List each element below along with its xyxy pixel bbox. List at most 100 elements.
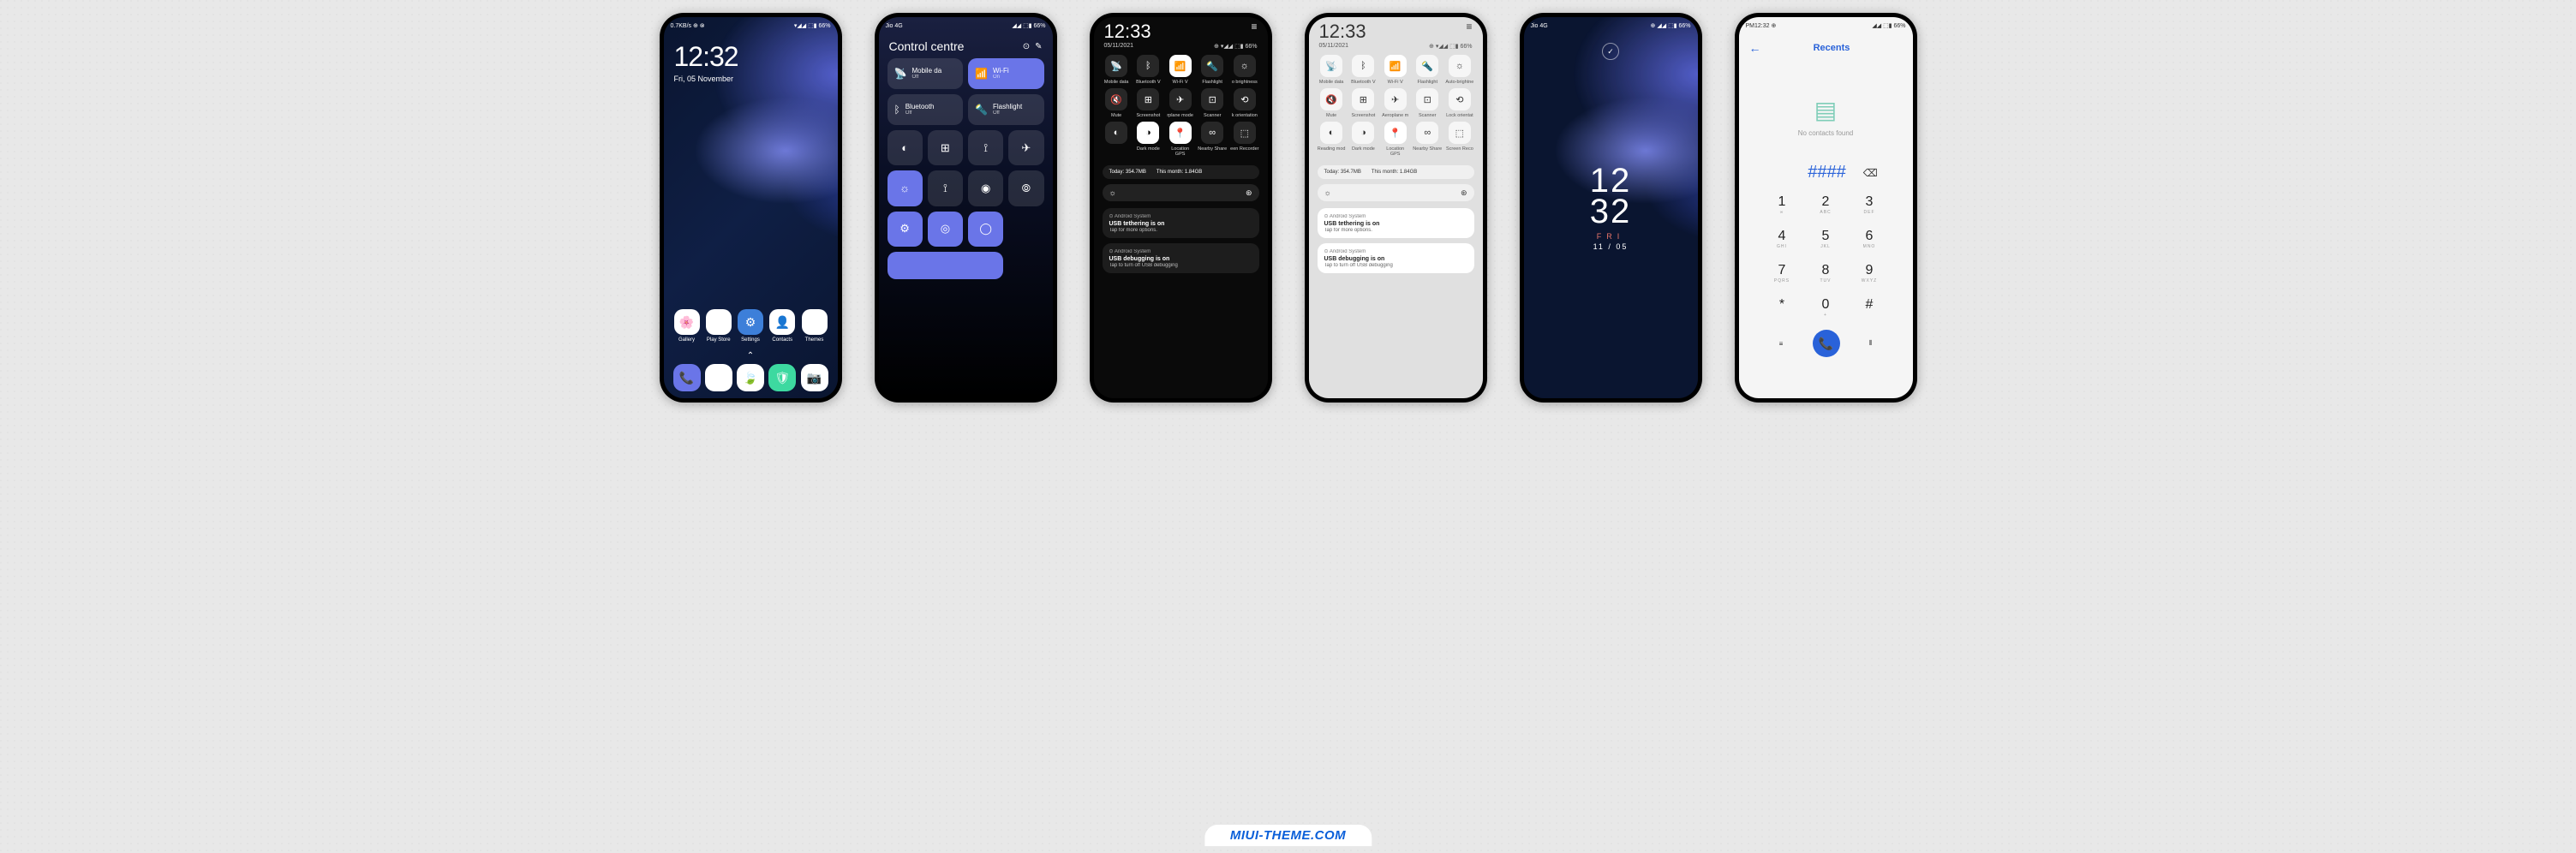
- status-left: PM12:32 ⊕: [1746, 22, 1777, 29]
- qs-toggle[interactable]: ∞Nearby Share: [1198, 122, 1227, 157]
- key-7[interactable]: 7PQRS: [1760, 259, 1804, 287]
- qs-toggle[interactable]: 📶Wi-Fi ᐯ: [1166, 55, 1194, 85]
- qs-toggle[interactable]: ☼o brightness: [1230, 55, 1258, 85]
- dock-app[interactable]: 🛡: [768, 364, 797, 391]
- menu-icon[interactable]: ≡: [1214, 21, 1257, 33]
- toggle-sq[interactable]: ◯: [968, 212, 1003, 247]
- qs-toggle[interactable]: ⊞Screenshot: [1134, 88, 1162, 118]
- qs-toggle[interactable]: ⬚een Recorder: [1230, 122, 1258, 157]
- app-themes[interactable]: ✎Themes: [800, 309, 829, 343]
- auto-brightness-icon[interactable]: ⊛: [1461, 188, 1467, 198]
- brightness-slider[interactable]: ☼⊛: [1318, 184, 1474, 201]
- qs-toggle[interactable]: ◑Dark mode: [1134, 122, 1162, 157]
- key-8[interactable]: 8TUV: [1804, 259, 1848, 287]
- phone-qs-light: 12:3305/11/2021≡⊕ ▾◢◢ ⬚▮ 66% 📡Mobile dat…: [1305, 13, 1487, 403]
- tile-flashlight[interactable]: 🔦FlashlightOff: [968, 94, 1044, 125]
- auto-brightness-icon[interactable]: ⊛: [1246, 188, 1252, 198]
- qs-toggle[interactable]: 🔇Mute: [1103, 88, 1131, 118]
- key-5[interactable]: 5JKL: [1804, 225, 1848, 253]
- key-#[interactable]: #: [1848, 294, 1892, 321]
- grid-icon[interactable]: ⦀: [1869, 339, 1873, 348]
- toggle-sq[interactable]: ◎: [928, 212, 963, 247]
- toggle-sq[interactable]: ⊞: [928, 130, 963, 165]
- key-3[interactable]: 3DEF: [1848, 191, 1892, 218]
- notification[interactable]: ⊙ Android SystemUSB tethering is onTap f…: [1103, 208, 1259, 238]
- settings-icon[interactable]: ⊙: [1023, 42, 1030, 51]
- qs-toggle[interactable]: ◑Dark mode: [1349, 122, 1378, 157]
- toggle-sq[interactable]: ✈: [1008, 130, 1043, 165]
- toggle-sq[interactable]: ☼: [888, 170, 923, 206]
- app-settings[interactable]: ⚙Settings: [736, 309, 765, 343]
- qs-toggle[interactable]: ◐: [1103, 122, 1131, 157]
- qs-toggle[interactable]: ◐Reading mod: [1318, 122, 1346, 157]
- qs-toggle[interactable]: 📡Mobile data: [1103, 55, 1131, 85]
- notification[interactable]: ⊙ Android SystemUSB debugging is onTap t…: [1103, 243, 1259, 273]
- app-gallery[interactable]: 🌸Gallery: [672, 309, 702, 343]
- qs-toggle[interactable]: ☼Auto-brightne: [1445, 55, 1473, 85]
- dock-app[interactable]: 📞: [672, 364, 702, 391]
- call-button[interactable]: 📞: [1813, 330, 1840, 357]
- edit-icon[interactable]: ✎: [1035, 42, 1042, 51]
- aod-date: 11 / 05: [1590, 242, 1632, 251]
- toggle-sq[interactable]: ⦾: [1008, 170, 1043, 206]
- qs-toggle[interactable]: 📶Wi-Fi ᐯ: [1381, 55, 1409, 85]
- backspace-icon[interactable]: ⌫: [1863, 167, 1878, 179]
- toggle-sq[interactable]: ◐: [888, 130, 923, 165]
- phone-control-centre: Jio 4G◢◢ ⬚▮ 66% Control centre⊙✎ 📡Mobile…: [875, 13, 1057, 403]
- tile-mobile da[interactable]: 📡Mobile daOff: [888, 58, 964, 89]
- qs-toggle[interactable]: 🔇Mute: [1318, 88, 1346, 118]
- toggle-sq[interactable]: ⟟: [968, 130, 1003, 165]
- qs-toggle[interactable]: ⊞Screenshot: [1349, 88, 1378, 118]
- qs-toggle[interactable]: ᛒBluetooth ᐯ: [1134, 55, 1162, 85]
- check-icon: ✓: [1602, 43, 1619, 60]
- tile-wi-fi[interactable]: 📶Wi-FiOn: [968, 58, 1044, 89]
- menu-icon[interactable]: ≡: [1429, 21, 1472, 33]
- app-play-store[interactable]: ▶Play Store: [704, 309, 733, 343]
- toggle-sq[interactable]: ⟟: [928, 170, 963, 206]
- qs-toggle[interactable]: ⟲Lock orientat: [1445, 88, 1473, 118]
- toggle-sq[interactable]: ⚙: [888, 212, 923, 247]
- dock-app[interactable]: ▯: [704, 364, 733, 391]
- drawer-chevron-icon[interactable]: ⌃: [672, 351, 829, 361]
- brightness-slider[interactable]: [888, 252, 1004, 279]
- aod-min: 32: [1590, 196, 1632, 227]
- status-right: ⊕ ▾◢◢ ⬚▮ 66%: [1214, 43, 1257, 50]
- cc-title: Control centre: [889, 39, 965, 53]
- qs-toggle[interactable]: 📍LocationGPS: [1166, 122, 1194, 157]
- qs-toggle[interactable]: ⊡Scanner: [1413, 88, 1442, 118]
- qs-toggle[interactable]: ✈Aeroplane m: [1381, 88, 1409, 118]
- qs-toggle[interactable]: 📍LocationGPS: [1381, 122, 1409, 157]
- dock-app[interactable]: 🍃: [736, 364, 765, 391]
- brightness-slider[interactable]: ☼⊛: [1103, 184, 1259, 201]
- toggle-sq[interactable]: ◉: [968, 170, 1003, 206]
- key-0[interactable]: 0+: [1804, 294, 1848, 321]
- qs-toggle[interactable]: ⊡Scanner: [1198, 88, 1227, 118]
- back-icon[interactable]: ←: [1749, 41, 1761, 55]
- qs-toggle[interactable]: 🔦Flashlight: [1198, 55, 1227, 85]
- tile-bluetooth[interactable]: ᛒBluetoothOff: [888, 94, 964, 125]
- qs-toggle[interactable]: ∞Nearby Share: [1413, 122, 1442, 157]
- key-9[interactable]: 9WXYZ: [1848, 259, 1892, 287]
- key-1[interactable]: 1∞: [1760, 191, 1804, 218]
- notification[interactable]: ⊙ Android SystemUSB tethering is onTap f…: [1318, 208, 1474, 238]
- dock-app[interactable]: 📷: [800, 364, 829, 391]
- qs-toggle[interactable]: 📡Mobile data: [1318, 55, 1346, 85]
- menu-icon[interactable]: ≡: [1779, 340, 1784, 348]
- key-4[interactable]: 4GHI: [1760, 225, 1804, 253]
- status-right: ◢◢ ⬚▮ 66%: [1872, 22, 1905, 29]
- status-right: ◢◢ ⬚▮ 66%: [1012, 22, 1045, 29]
- qs-toggle[interactable]: 🔦Flashlight: [1413, 55, 1442, 85]
- clock-time: 12:32: [674, 41, 828, 73]
- key-6[interactable]: 6MNO: [1848, 225, 1892, 253]
- key-*[interactable]: *: [1760, 294, 1804, 321]
- qs-toggle[interactable]: ⟲k orientation: [1230, 88, 1258, 118]
- status-left: 0.7KB/s ⊕ ⊗: [671, 22, 705, 29]
- qs-toggle[interactable]: ✈rplane mode: [1166, 88, 1194, 118]
- app-contacts[interactable]: 👤Contacts: [768, 309, 797, 343]
- notification[interactable]: ⊙ Android SystemUSB debugging is onTap t…: [1318, 243, 1474, 273]
- qs-toggle[interactable]: ⬚Screen Reco: [1445, 122, 1473, 157]
- key-2[interactable]: 2ABC: [1804, 191, 1848, 218]
- qs-toggle[interactable]: ᛒBluetooth ᐯ: [1349, 55, 1378, 85]
- qs-time: 12:33: [1104, 21, 1151, 43]
- sun-icon: ☼: [1324, 188, 1331, 197]
